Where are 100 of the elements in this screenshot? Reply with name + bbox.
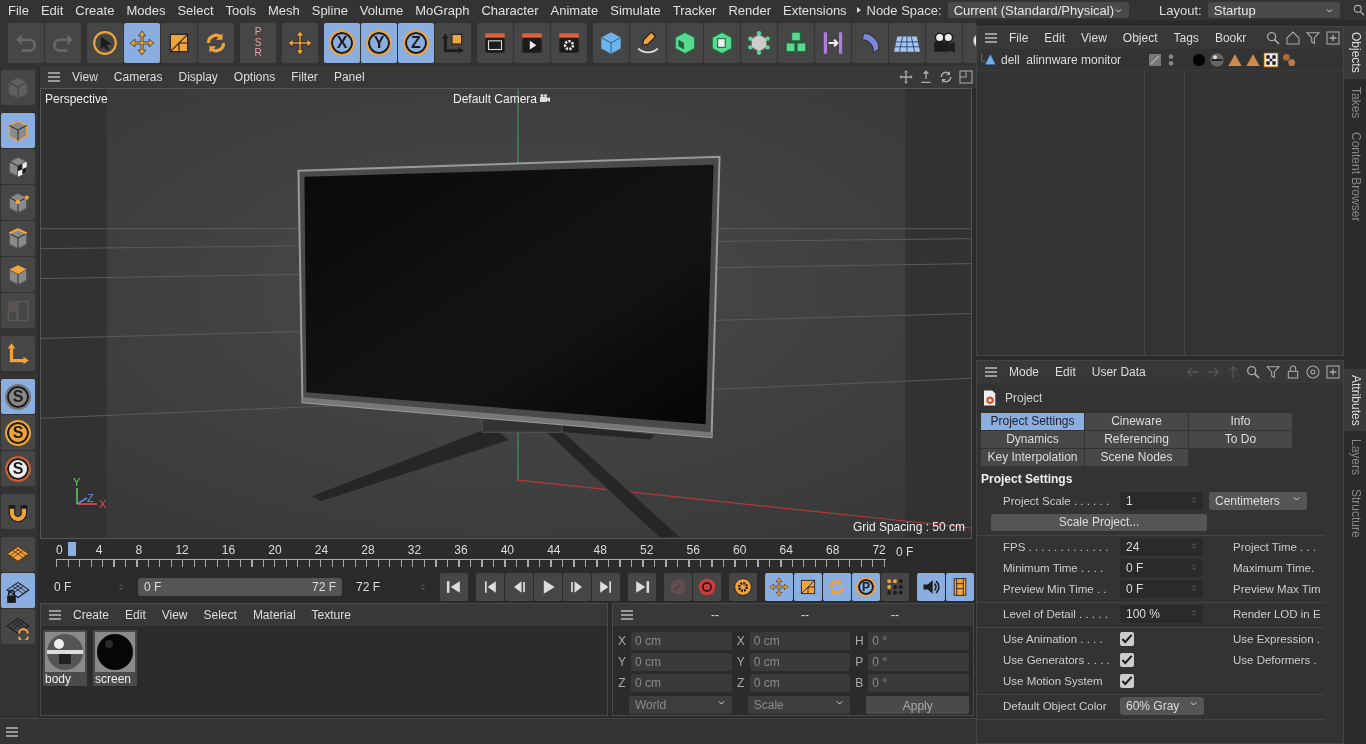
axis-toggle-button[interactable]: Y (361, 23, 397, 63)
checkbox[interactable] (1120, 632, 1134, 646)
tool-button[interactable] (551, 23, 587, 63)
scale-project-button[interactable]: Scale Project... (991, 513, 1207, 531)
menu-item[interactable]: Create (69, 2, 121, 18)
axis-toggle-button[interactable]: X (324, 23, 360, 63)
tool-button[interactable] (628, 573, 656, 601)
tool-button[interactable] (741, 23, 777, 63)
menu-item[interactable]: Texture (303, 608, 359, 622)
menu-item[interactable]: Modes (120, 2, 172, 18)
tab[interactable]: Info (1189, 413, 1292, 430)
tool-button[interactable] (630, 23, 666, 63)
menu-item[interactable]: Extensions (777, 2, 853, 18)
menu-item[interactable]: Object (1114, 31, 1166, 45)
axis-toggle-button[interactable]: Z (398, 23, 434, 63)
tab[interactable]: To Do (1189, 431, 1292, 448)
material-swatch[interactable]: body (43, 630, 87, 686)
tab[interactable]: Key Interpolation (981, 449, 1084, 466)
side-tab[interactable]: Attributes (1344, 368, 1366, 432)
menu-item[interactable]: Panel (325, 70, 373, 84)
menu-item[interactable]: Options (225, 70, 284, 84)
tab[interactable]: Referencing (1085, 431, 1188, 448)
material-swatch[interactable]: screen (93, 630, 137, 686)
number-field[interactable]: 1 (1120, 492, 1203, 510)
snap-button[interactable]: S (1, 415, 35, 450)
color-dropdown[interactable]: 60% Gray (1120, 697, 1204, 715)
menu-item[interactable]: File (2, 2, 35, 18)
side-tab[interactable]: Objects (1344, 26, 1366, 79)
menu-item[interactable]: Render (722, 2, 777, 18)
tool-button[interactable] (881, 573, 909, 601)
unit-dropdown[interactable]: Centimeters (1209, 492, 1307, 510)
tool-button[interactable] (563, 573, 591, 601)
tool-button[interactable] (794, 573, 822, 601)
axis-toggle-button[interactable]: P (852, 573, 880, 601)
number-field[interactable]: 24 (1120, 538, 1203, 556)
menu-item[interactable]: Character (475, 2, 545, 18)
tab[interactable]: Scene Nodes (1085, 449, 1188, 466)
snap-button[interactable]: S (1, 379, 35, 414)
number-field[interactable]: 100 % (1120, 605, 1203, 623)
tool-button[interactable] (704, 23, 740, 63)
menu-item[interactable]: Bookr (1206, 31, 1255, 45)
menu-item[interactable]: Animate (544, 2, 605, 18)
menu-item[interactable]: Display (170, 70, 226, 84)
tab[interactable]: Dynamics (981, 431, 1084, 448)
layout-dropdown[interactable]: Startup (1207, 2, 1341, 18)
menu-item[interactable]: Mesh (261, 2, 306, 18)
menu-item[interactable]: View (64, 70, 106, 84)
playhead-handle[interactable] (68, 542, 76, 556)
tool-button[interactable] (1, 149, 35, 184)
menu-item[interactable]: Cameras (105, 70, 171, 84)
number-field[interactable]: 0 F (1120, 559, 1203, 577)
menu-item[interactable]: Edit (34, 2, 70, 18)
menu-item[interactable]: Edit (1036, 31, 1074, 45)
tool-button[interactable] (1, 573, 35, 608)
menu-item[interactable]: Spline (305, 2, 354, 18)
menu-item[interactable]: View (1073, 31, 1115, 45)
menu-item[interactable]: Select (195, 608, 245, 622)
number-field[interactable]: 0 F (1120, 580, 1203, 598)
menu-item[interactable]: Select (171, 2, 220, 18)
menu-item[interactable]: Edit (117, 608, 154, 622)
side-tab[interactable]: Takes (1344, 80, 1366, 125)
menu-item[interactable]: Tracker (666, 2, 723, 18)
timeline-ruler[interactable] (56, 559, 886, 567)
menu-item[interactable]: File (1001, 31, 1037, 45)
tool-button[interactable] (87, 23, 123, 63)
menu-item[interactable]: Filter (283, 70, 326, 84)
menu-item[interactable]: User Data (1083, 365, 1154, 379)
tool-button[interactable] (1, 494, 35, 529)
tool-button[interactable] (476, 573, 504, 601)
menu-item[interactable]: Edit (1047, 365, 1084, 379)
tool-button[interactable] (926, 23, 962, 63)
menu-item[interactable]: MoGraph (409, 2, 476, 18)
tool-button[interactable] (1, 609, 35, 644)
tool-button[interactable] (534, 573, 562, 601)
tool-button[interactable] (917, 573, 945, 601)
menu-item[interactable]: View (153, 608, 196, 622)
menu-item[interactable]: Create (65, 608, 118, 622)
checkbox[interactable] (1120, 653, 1134, 667)
menu-item[interactable]: Material (244, 608, 304, 622)
menu-item[interactable]: Simulate (604, 2, 667, 18)
frame-range-slider[interactable]: 0 F 72 F (138, 578, 342, 596)
side-tab[interactable]: Structure (1344, 483, 1366, 544)
menu-item[interactable]: Tools (219, 2, 262, 18)
tool-button[interactable] (592, 573, 620, 601)
tool-button[interactable] (161, 23, 197, 63)
tool-button[interactable] (477, 23, 513, 63)
side-tab[interactable]: Content Browser (1344, 126, 1366, 228)
tool-button[interactable] (435, 23, 471, 63)
node-space-dropdown[interactable]: Current (Standard/Physical) (947, 2, 1130, 18)
menu-item[interactable]: Volume (353, 2, 410, 18)
tool-button[interactable] (282, 23, 318, 63)
menu-item[interactable]: Mode (1001, 365, 1048, 379)
object-name[interactable]: dell alinnware monitor (997, 52, 1147, 67)
side-tab[interactable]: Layers (1344, 433, 1366, 482)
tab[interactable]: Project Settings (981, 413, 1084, 430)
tool-button[interactable] (440, 573, 468, 601)
tool-button[interactable] (729, 573, 757, 601)
tool-button[interactable] (505, 573, 533, 601)
menu-item[interactable]: Tags (1165, 31, 1207, 45)
checkbox[interactable] (1120, 674, 1134, 688)
